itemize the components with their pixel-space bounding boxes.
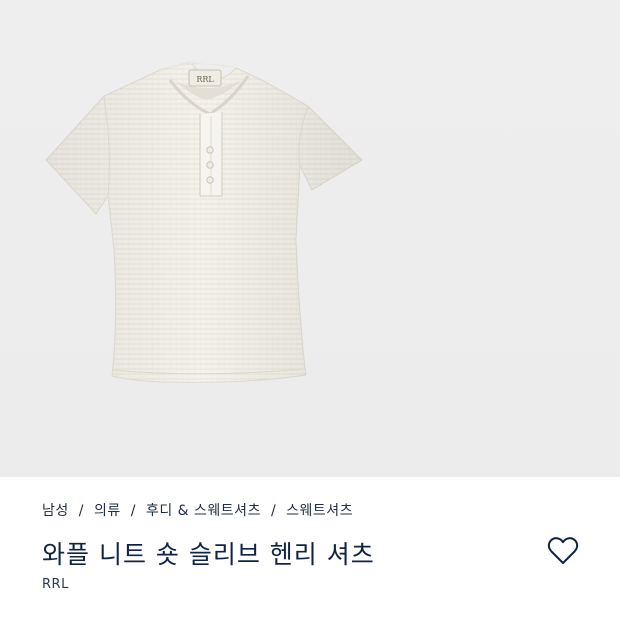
product-title: 와플 니트 숏 슬리브 헨리 셔츠 — [42, 540, 375, 569]
henley-shirt-image: RRL — [45, 61, 363, 383]
tag-label: RRL — [196, 75, 214, 84]
wishlist-button[interactable] — [547, 536, 579, 566]
product-image[interactable]: RRL — [0, 0, 620, 477]
breadcrumb-item-sweatshirts[interactable]: 스웨트셔츠 — [286, 503, 353, 519]
breadcrumb-separator: / — [78, 503, 84, 519]
breadcrumb: 남성 / 의류 / 후디 & 스웨트셔츠 / 스웨트셔츠 — [42, 500, 353, 520]
product-info: 남성 / 의류 / 후디 & 스웨트셔츠 / 스웨트셔츠 와플 니트 숏 슬리브 헨리 셔츠… — [0, 477, 620, 620]
breadcrumb-item-clothing[interactable]: 의류 — [94, 503, 121, 519]
heart-icon — [547, 537, 579, 564]
brand-name[interactable]: RRL — [42, 577, 69, 592]
breadcrumb-item-men[interactable]: 남성 — [42, 503, 69, 519]
breadcrumb-separator: / — [270, 503, 277, 519]
breadcrumb-item-hoodies-sweatshirts[interactable]: 후디 & 스웨트셔츠 — [146, 503, 261, 519]
breadcrumb-separator: / — [130, 503, 136, 519]
